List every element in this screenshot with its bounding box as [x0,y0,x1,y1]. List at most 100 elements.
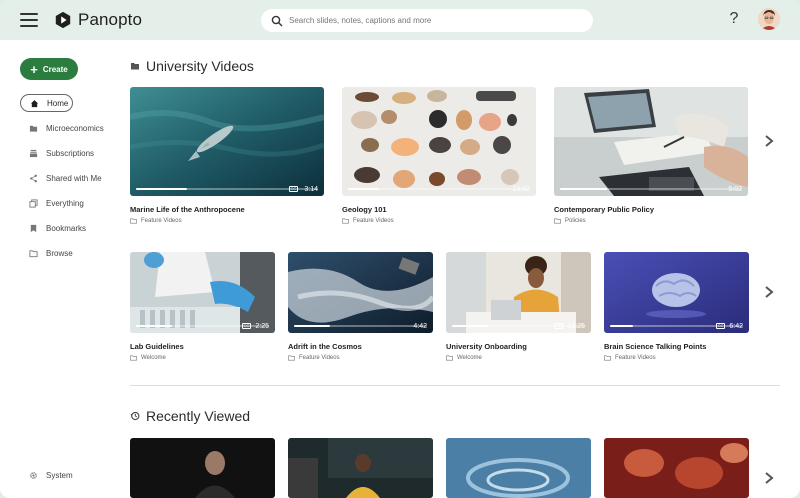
hamburger-menu-icon[interactable] [20,13,38,27]
progress-fill [136,325,172,327]
folder-outline-icon [130,355,137,361]
video-folder[interactable]: Welcome [130,355,275,361]
video-thumbnail[interactable]: 4:42 [288,252,433,333]
video-duration: 4:42 [413,323,427,330]
share-icon [28,173,38,183]
chevron-right-icon[interactable] [762,285,776,299]
search-bar[interactable] [261,9,593,32]
video-title[interactable]: Brain Science Talking Points [604,342,749,351]
app-name: Panopto [78,10,143,29]
subscriptions-icon [28,148,38,158]
video-thumbnail[interactable]: CC 6:42 [604,252,749,333]
video-thumbnail[interactable]: CC 13:25 [446,252,591,333]
video-title[interactable]: Lab Guidelines [130,342,275,351]
panopto-logo[interactable]: Panopto [54,9,142,31]
sidebar-item-shared[interactable]: Shared with Me [20,169,102,187]
folder-label: Feature Videos [141,218,182,224]
sidebar-item-browse[interactable]: Browse [20,244,73,262]
video-card[interactable]: CC 13:25 University Onboarding Welcome [446,252,591,361]
video-thumbnail[interactable] [288,438,433,498]
video-card[interactable]: CC 3:14 Marine Life of the Anthropocene … [130,87,324,224]
folder-outline-icon [28,248,38,258]
policy-thumbnail-image [554,87,748,196]
progress-fill [348,188,379,190]
onboarding-thumbnail-image [446,252,591,333]
sidebar-item-microeconomics[interactable]: Microeconomics [20,119,104,137]
sidebar-item-label: Browse [46,248,73,258]
sidebar-item-system[interactable]: System [20,466,73,484]
video-thumbnail[interactable]: CC 3:14 [130,87,324,196]
folder-label: Policies [565,218,586,224]
video-folder[interactable]: Feature Videos [130,218,324,224]
recent-video-card[interactable] [288,438,433,498]
video-title[interactable]: Geology 101 [342,205,536,214]
captions-icon: CC [716,323,725,329]
user-avatar-icon [758,8,780,30]
folder-outline-icon [288,355,295,361]
sidebar-item-label: Everything [46,198,84,208]
search-input[interactable] [289,16,579,25]
progress-fill [294,325,330,327]
video-card[interactable]: 23:42 Geology 101 Feature Videos [342,87,536,224]
video-thumbnail[interactable] [604,438,749,498]
video-title[interactable]: Contemporary Public Policy [554,205,748,214]
video-card[interactable]: CC 2:25 Lab Guidelines Welcome [130,252,275,361]
create-button[interactable]: + Create [20,58,78,80]
stack-icon [28,198,38,208]
video-thumbnail[interactable] [446,438,591,498]
video-card[interactable]: 5:02 Contemporary Public Policy Policies [554,87,748,224]
video-folder[interactable]: Feature Videos [342,218,536,224]
plus-icon: + [30,61,38,77]
captions-icon: CC [289,186,298,192]
folder-outline-icon [342,218,349,224]
section-title-recently-viewed: Recently Viewed [130,408,250,424]
progress-bar [452,325,585,327]
create-label: Create [42,64,68,74]
help-icon[interactable]: ? [728,10,740,28]
video-folder[interactable]: Feature Videos [604,355,749,361]
recent-video-card[interactable] [604,438,749,498]
history-icon [130,411,140,421]
folder-icon [28,123,38,133]
section-title-text: University Videos [146,58,254,74]
progress-bar [560,188,742,190]
search-icon [271,15,283,26]
video-thumbnail[interactable]: 5:02 [554,87,748,196]
video-folder[interactable]: Welcome [446,355,591,361]
video-title[interactable]: University Onboarding [446,342,591,351]
video-thumbnail[interactable] [130,438,275,498]
folder-outline-icon [604,355,611,361]
sidebar-item-home[interactable]: Home [20,94,73,112]
video-duration: 6:42 [729,323,743,330]
chevron-right-icon[interactable] [762,134,776,148]
video-card[interactable]: 4:42 Adrift in the Cosmos Feature Videos [288,252,433,361]
sidebar-item-bookmarks[interactable]: Bookmarks [20,219,86,237]
folder-icon [130,61,140,71]
video-duration: 3:14 [304,186,318,193]
chevron-right-icon[interactable] [762,471,776,485]
video-folder[interactable]: Policies [554,218,748,224]
bookmark-icon [28,223,38,233]
section-title-university-videos: University Videos [130,58,254,74]
video-card[interactable]: CC 6:42 Brain Science Talking Points Fea… [604,252,749,361]
avatar[interactable] [758,8,780,30]
video-title[interactable]: Adrift in the Cosmos [288,342,433,351]
captions-icon: CC [554,323,563,329]
sidebar-item-label: Bookmarks [46,223,87,233]
sidebar-item-subscriptions[interactable]: Subscriptions [20,144,94,162]
video-thumbnail[interactable]: CC 2:25 [130,252,275,333]
home-icon [29,98,39,108]
cosmos-thumbnail-image [288,252,433,333]
video-duration: 13:25 [567,323,585,330]
cells-thumbnail-image [604,438,749,498]
video-folder[interactable]: Feature Videos [288,355,433,361]
gear-icon [28,470,38,480]
lab-thumbnail-image [130,252,275,333]
recent-video-card[interactable] [130,438,275,498]
video-thumbnail[interactable]: 23:42 [342,87,536,196]
folder-label: Feature Videos [353,218,394,224]
folder-label: Welcome [141,355,166,361]
video-title[interactable]: Marine Life of the Anthropocene [130,205,324,214]
recent-video-card[interactable] [446,438,591,498]
sidebar-item-everything[interactable]: Everything [20,194,84,212]
